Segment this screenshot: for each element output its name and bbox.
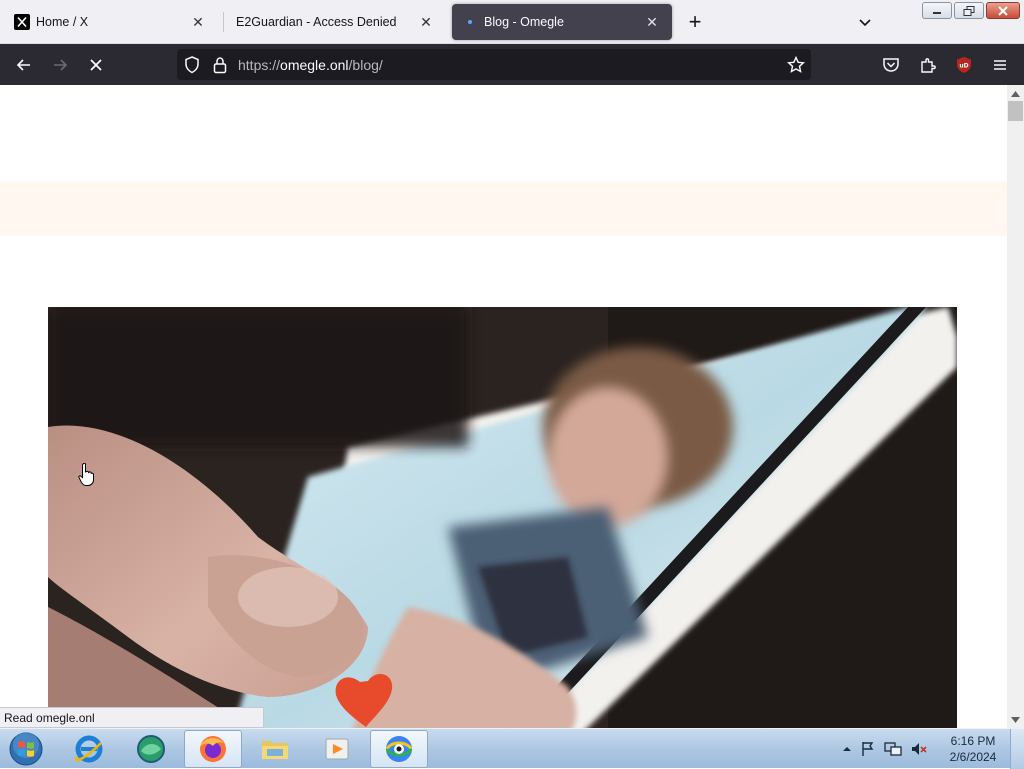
tab-title: E2Guardian - Access Denied bbox=[236, 15, 397, 29]
scroll-up-arrow-icon[interactable] bbox=[1007, 85, 1024, 102]
url-scheme: https:// bbox=[238, 57, 281, 73]
ublock-shield-icon: uD bbox=[957, 57, 971, 73]
tab-separator bbox=[223, 12, 224, 32]
minimize-button[interactable] bbox=[922, 2, 952, 19]
taskbar-green-app[interactable] bbox=[122, 730, 180, 768]
chevron-down-icon bbox=[859, 19, 871, 27]
tab-home-x[interactable]: Home / X ✕ bbox=[4, 4, 218, 40]
hand-cursor-icon bbox=[78, 462, 94, 492]
close-tab-icon[interactable]: ✕ bbox=[188, 12, 208, 32]
tab-title: Blog - Omegle bbox=[484, 15, 564, 29]
app-menu-button[interactable] bbox=[986, 51, 1014, 79]
address-bar[interactable]: https://omegle.onl/blog/ bbox=[177, 49, 811, 80]
taskbar-file-explorer[interactable] bbox=[246, 730, 304, 768]
loading-dot-icon bbox=[462, 14, 478, 30]
tab-title: Home / X bbox=[36, 15, 89, 29]
back-arrow-icon bbox=[16, 59, 30, 71]
restore-icon bbox=[963, 5, 975, 16]
back-button[interactable] bbox=[10, 51, 38, 79]
internet-explorer-icon bbox=[74, 735, 103, 763]
tracking-protection-shield-icon[interactable] bbox=[183, 56, 201, 74]
scroll-down-arrow-icon[interactable] bbox=[1007, 711, 1024, 728]
hamburger-menu-icon bbox=[994, 60, 1006, 70]
header-band bbox=[0, 181, 1007, 236]
media-player-icon bbox=[325, 738, 349, 760]
new-tab-button[interactable]: + bbox=[682, 10, 708, 34]
windows-logo-icon bbox=[9, 732, 43, 766]
show-hidden-icons-arrow-icon[interactable] bbox=[842, 744, 852, 754]
close-tab-icon[interactable]: ✕ bbox=[642, 12, 662, 32]
green-globe-icon bbox=[137, 735, 165, 763]
hero-image[interactable] bbox=[48, 307, 957, 728]
clock-date: 2/6/2024 bbox=[949, 750, 997, 764]
tab-strip: Home / X ✕ E2Guardian - Access Denied ✕ … bbox=[0, 0, 1024, 44]
x-logo-icon bbox=[14, 14, 30, 30]
show-desktop-button[interactable] bbox=[1010, 729, 1024, 769]
taskbar-firefox[interactable] bbox=[184, 730, 242, 768]
svg-text:uD: uD bbox=[959, 63, 968, 70]
start-button[interactable] bbox=[6, 730, 46, 768]
window-controls bbox=[922, 2, 1020, 19]
tab-blog-omegle[interactable]: Blog - Omegle ✕ bbox=[452, 4, 672, 40]
firefox-icon bbox=[200, 736, 226, 762]
close-icon bbox=[998, 5, 1008, 16]
puzzle-piece-icon bbox=[921, 58, 936, 73]
taskbar-browser-app[interactable] bbox=[370, 730, 428, 768]
stop-x-icon bbox=[90, 59, 102, 71]
windows-taskbar: 6:16 PM 2/6/2024 bbox=[0, 728, 1024, 769]
blue-eye-browser-icon bbox=[385, 736, 413, 762]
forward-arrow-icon bbox=[54, 59, 68, 71]
folder-icon bbox=[262, 741, 288, 759]
status-bar: Read omegle.onl bbox=[0, 707, 264, 728]
taskbar-internet-explorer[interactable] bbox=[60, 730, 118, 768]
extensions-button[interactable] bbox=[914, 51, 942, 79]
web-page-content bbox=[0, 85, 1007, 728]
status-text: Read omegle.onl bbox=[4, 710, 95, 725]
bookmark-star-icon[interactable] bbox=[787, 56, 805, 74]
taskbar-clock[interactable]: 6:16 PM 2/6/2024 bbox=[940, 733, 1006, 765]
restore-button[interactable] bbox=[954, 2, 984, 19]
lock-icon[interactable] bbox=[211, 56, 229, 74]
forward-button[interactable] bbox=[46, 51, 74, 79]
minimize-icon bbox=[933, 11, 941, 14]
url-domain: omegle.onl bbox=[280, 57, 349, 73]
scrollbar-thumb[interactable] bbox=[1008, 101, 1023, 121]
system-tray bbox=[842, 729, 928, 769]
action-center-flag-icon[interactable] bbox=[860, 741, 876, 757]
pocket-icon bbox=[883, 58, 899, 72]
phone-photo-illustration bbox=[48, 307, 957, 728]
close-tab-icon[interactable]: ✕ bbox=[416, 12, 436, 32]
pocket-button[interactable] bbox=[877, 51, 905, 79]
taskbar-media-player[interactable] bbox=[308, 730, 366, 768]
url-path: /blog/ bbox=[348, 57, 383, 73]
volume-muted-icon[interactable] bbox=[910, 741, 928, 757]
stop-loading-button[interactable] bbox=[82, 51, 110, 79]
close-window-button[interactable] bbox=[986, 2, 1020, 19]
navigation-toolbar: https://omegle.onl/blog/ uD bbox=[0, 44, 1024, 85]
vertical-scrollbar[interactable] bbox=[1007, 85, 1024, 728]
clock-time: 6:16 PM bbox=[950, 734, 996, 748]
list-all-tabs-button[interactable] bbox=[852, 10, 878, 34]
ublock-origin-button[interactable]: uD bbox=[950, 51, 978, 79]
url-text[interactable]: https://omegle.onl/blog/ bbox=[238, 57, 383, 73]
tab-e2guardian[interactable]: E2Guardian - Access Denied ✕ bbox=[226, 4, 446, 40]
network-icon[interactable] bbox=[884, 741, 902, 757]
